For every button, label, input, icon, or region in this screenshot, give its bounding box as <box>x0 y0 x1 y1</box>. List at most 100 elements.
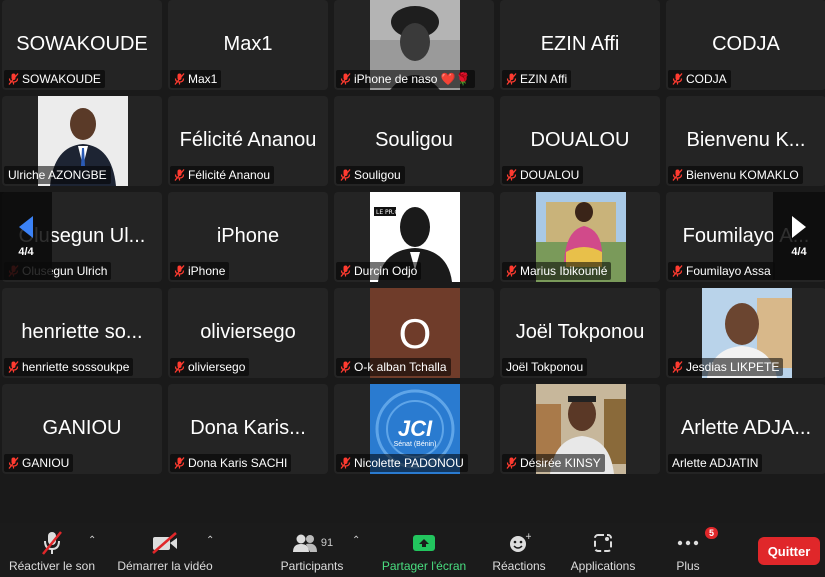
participant-display-name: Souligou <box>375 129 453 152</box>
participant-name: oliviersego <box>188 360 246 374</box>
participant-name-label: Nicolette PADONOU <box>336 454 468 472</box>
participant-tile[interactable]: oliviersego oliviersego <box>168 288 328 378</box>
meeting-toolbar: Réactiver le son ⌃ Démarrer la vidéo ⌃ 9… <box>0 523 825 577</box>
participant-name-label: iPhone <box>170 262 230 280</box>
unmute-button[interactable]: Réactiver le son <box>4 523 100 577</box>
participant-name-label: Joël Tokponou <box>502 358 588 376</box>
participant-tile[interactable]: O O-k alban Tchalla <box>334 288 494 378</box>
participant-tile[interactable]: LE PR.G Durcin Odjo <box>334 192 494 282</box>
participant-display-name: Joël Tokponou <box>515 321 645 344</box>
participant-name: Jesdias LIKPETE <box>686 360 780 374</box>
participant-display-name: Max1 <box>223 33 273 56</box>
apps-icon <box>594 534 612 552</box>
participant-name-label: Max1 <box>170 70 222 88</box>
participant-name-label: DOUALOU <box>502 166 584 184</box>
participant-tile[interactable]: Arlette ADJA... Arlette ADJATIN <box>666 384 825 474</box>
prev-page-button[interactable]: 4/4 <box>0 192 52 280</box>
participant-tile[interactable]: DOUALOU DOUALOU <box>500 96 660 186</box>
participant-name: DOUALOU <box>520 168 580 182</box>
muted-mic-icon <box>506 457 517 469</box>
participant-display-name: henriette so... <box>21 321 143 344</box>
participant-name-label: Désirée KINSY <box>502 454 605 472</box>
start-video-button[interactable]: Démarrer la vidéo <box>112 523 218 577</box>
next-page-button[interactable]: 4/4 <box>773 192 825 280</box>
participant-name-label: Bienvenu KOMAKLO <box>668 166 803 184</box>
page-indicator-left: 4/4 <box>18 246 34 258</box>
participant-tile[interactable]: Max1 Max1 <box>168 0 328 90</box>
muted-mic-icon <box>174 73 185 85</box>
participant-tile[interactable]: Félicité Ananou Félicité Ananou <box>168 96 328 186</box>
participant-name: O-k alban Tchalla <box>354 360 447 374</box>
muted-microphone-icon <box>42 531 62 555</box>
participant-tile[interactable]: Ulriche AZONGBE <box>2 96 162 186</box>
muted-mic-icon <box>672 169 683 181</box>
participant-name: Max1 <box>188 72 218 86</box>
participant-tile[interactable]: CODJA CODJA <box>666 0 825 90</box>
participant-tile[interactable]: EZIN Affi EZIN Affi <box>500 0 660 90</box>
jci-logo-text: JCI <box>398 416 433 441</box>
participant-name-label: GANIOU <box>4 454 74 472</box>
participant-tile[interactable]: JCI Sénat (Bénin) Nicolette PADONOU <box>334 384 494 474</box>
participant-name-label: O-k alban Tchalla <box>336 358 451 376</box>
participant-name: Ulriche AZONGBE <box>8 168 107 182</box>
participant-tile[interactable]: SOWAKOUDE SOWAKOUDE <box>2 0 162 90</box>
participant-name: SOWAKOUDE <box>22 72 101 86</box>
participant-tile[interactable]: Joël Tokponou Joël Tokponou <box>500 288 660 378</box>
muted-mic-icon <box>506 73 517 85</box>
video-grid: SOWAKOUDE SOWAKOUDE Max1 Max1 iPhone de naso… <box>0 0 825 480</box>
participant-name: Arlette ADJATIN <box>672 456 759 470</box>
more-button[interactable]: 5 Plus <box>664 523 719 577</box>
muted-mic-icon <box>340 265 351 277</box>
participant-name-label: Souligou <box>336 166 405 184</box>
reactions-button[interactable]: + Réactions <box>484 523 554 577</box>
share-screen-label: Partager l'écran <box>381 559 467 573</box>
participant-tile[interactable]: Souligou Souligou <box>334 96 494 186</box>
participant-name-label: Félicité Ananou <box>170 166 275 184</box>
video-options-caret[interactable]: ⌃ <box>206 535 214 546</box>
participant-tile[interactable]: iPhone de naso ❤️🌹 <box>334 0 494 90</box>
muted-mic-icon <box>672 265 683 277</box>
participants-icon <box>292 534 317 552</box>
participant-name: iPhone de naso ❤️🌹 <box>354 72 471 86</box>
participant-tile[interactable]: GANIOU GANIOU <box>2 384 162 474</box>
participant-display-name: Arlette ADJA... <box>680 417 812 440</box>
participant-tile[interactable]: henriette so... henriette sossoukpe <box>2 288 162 378</box>
participant-display-name: CODJA <box>712 33 780 56</box>
muted-mic-icon <box>340 457 351 469</box>
participant-name-label: EZIN Affi <box>502 70 572 88</box>
participant-tile[interactable]: Dona Karis... Dona Karis SACHI <box>168 384 328 474</box>
share-screen-button[interactable]: Partager l'écran <box>372 523 476 577</box>
muted-mic-icon <box>174 169 185 181</box>
quit-button[interactable]: Quitter <box>758 537 820 565</box>
muted-mic-icon <box>672 73 683 85</box>
participant-display-name: Bienvenu K... <box>686 129 806 152</box>
participant-name: Foumilayo Assa <box>686 264 771 278</box>
muted-mic-icon <box>340 361 351 373</box>
reactions-icon: + <box>510 532 531 552</box>
muted-mic-icon <box>174 265 185 277</box>
more-label: Plus <box>676 559 700 573</box>
participant-name: Dona Karis SACHI <box>188 456 288 470</box>
participant-name: CODJA <box>686 72 727 86</box>
participant-name-label: Marius Ibikounlé <box>502 262 612 280</box>
participant-tile[interactable]: Marius Ibikounlé <box>500 192 660 282</box>
share-screen-icon <box>413 535 435 551</box>
participant-name-label: CODJA <box>668 70 731 88</box>
apps-button[interactable]: Applications <box>562 523 644 577</box>
participants-options-caret[interactable]: ⌃ <box>352 535 360 546</box>
participant-name: Durcin Odjo <box>354 264 418 278</box>
participants-button[interactable]: 91 Participants <box>272 523 352 577</box>
participant-tile[interactable]: Jesdias LIKPETE <box>666 288 825 378</box>
participant-tile[interactable]: Désirée KINSY <box>500 384 660 474</box>
audio-options-caret[interactable]: ⌃ <box>88 535 96 546</box>
participant-name-label: Jesdias LIKPETE <box>668 358 784 376</box>
participants-count: 91 <box>320 537 334 549</box>
participant-tile[interactable]: Bienvenu K... Bienvenu KOMAKLO <box>666 96 825 186</box>
participant-display-name: GANIOU <box>42 417 122 440</box>
jci-logo-sub: Sénat (Bénin) <box>394 441 437 448</box>
participant-tile[interactable]: iPhone iPhone <box>168 192 328 282</box>
start-video-label: Démarrer la vidéo <box>117 559 213 573</box>
participant-name: EZIN Affi <box>520 72 568 86</box>
participant-name: iPhone <box>188 264 226 278</box>
apps-label: Applications <box>570 559 636 573</box>
